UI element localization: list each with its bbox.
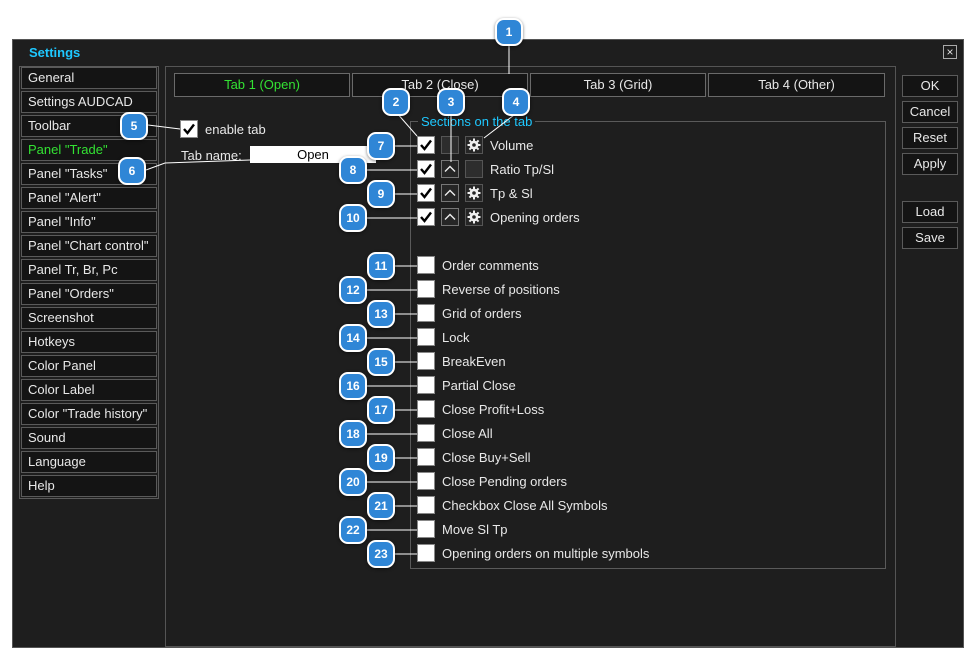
callout-badge: 1 [495, 18, 523, 46]
callout-badge: 23 [367, 540, 395, 568]
callout-badge: 11 [367, 252, 395, 280]
callout-badge: 16 [339, 372, 367, 400]
callout-badge: 8 [339, 156, 367, 184]
callout-badge: 4 [502, 88, 530, 116]
callout-badge: 9 [367, 180, 395, 208]
callout-badge: 7 [367, 132, 395, 160]
callout-badge: 17 [367, 396, 395, 424]
callout-lines [145, 46, 519, 555]
callout-badge: 19 [367, 444, 395, 472]
callout-badge: 6 [118, 157, 146, 185]
callout-badge: 3 [437, 88, 465, 116]
callout-badge: 14 [339, 324, 367, 352]
callout-badge: 22 [339, 516, 367, 544]
callout-badge: 18 [339, 420, 367, 448]
callout-badge: 21 [367, 492, 395, 520]
callout-badge: 10 [339, 204, 367, 232]
callout-badge: 15 [367, 348, 395, 376]
callout-badge: 20 [339, 468, 367, 496]
callout-badge: 13 [367, 300, 395, 328]
callout-badge: 12 [339, 276, 367, 304]
callout-badge: 5 [120, 112, 148, 140]
callout-badge: 2 [382, 88, 410, 116]
